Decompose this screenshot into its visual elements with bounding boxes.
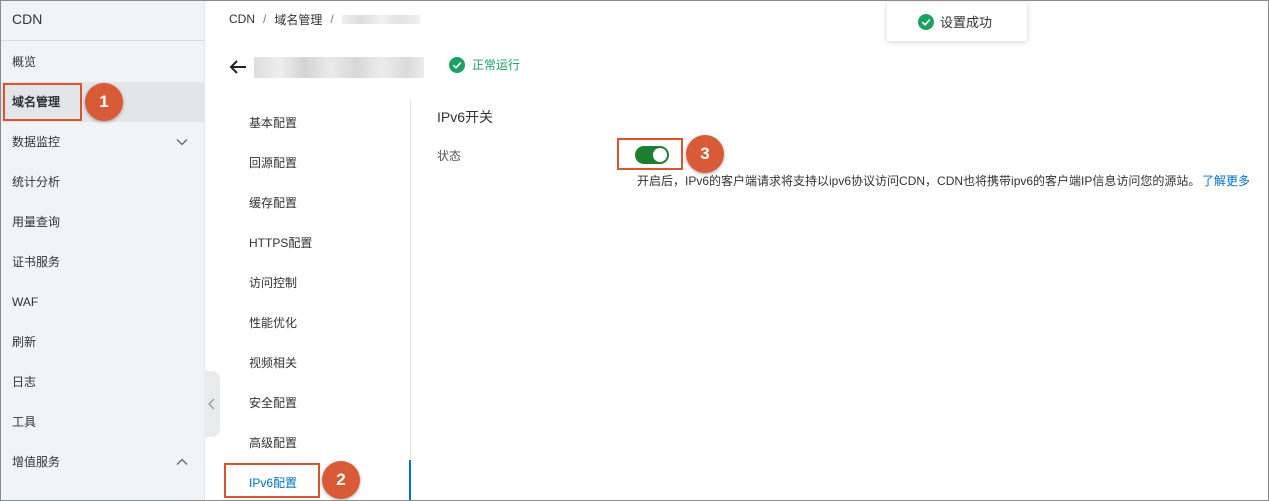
learn-more-link[interactable]: 了解更多 bbox=[1202, 172, 1250, 189]
highlight-box-toggle bbox=[617, 138, 683, 170]
highlight-box-domain-management bbox=[3, 83, 82, 121]
subnav-item-origin[interactable]: 回源配置 bbox=[205, 143, 411, 183]
sidebar-item-value-added[interactable]: 增值服务 bbox=[0, 442, 204, 482]
back-arrow-icon[interactable] bbox=[229, 58, 247, 76]
subnav-item-https[interactable]: HTTPS配置 bbox=[205, 223, 411, 263]
sidebar-item-certificates[interactable]: 证书服务 bbox=[0, 242, 204, 282]
check-circle-icon bbox=[449, 56, 465, 73]
sidebar-item-usage[interactable]: 用量查询 bbox=[0, 202, 204, 242]
subnav-item-security[interactable]: 安全配置 bbox=[205, 383, 411, 423]
subnav-item-cache[interactable]: 缓存配置 bbox=[205, 183, 411, 223]
step-badge-1: 1 bbox=[85, 83, 123, 121]
chevron-down-icon bbox=[176, 139, 188, 146]
sidebar-item-waf[interactable]: WAF bbox=[0, 282, 204, 322]
config-subnav: 基本配置 回源配置 缓存配置 HTTPS配置 访问控制 性能优化 视频相关 安全… bbox=[205, 100, 411, 501]
domain-status: 正常运行 bbox=[449, 56, 520, 73]
subnav-item-advanced[interactable]: 高级配置 bbox=[205, 423, 411, 463]
step-badge-2: 2 bbox=[322, 461, 360, 499]
sidebar-item-label: 增值服务 bbox=[12, 455, 61, 469]
status-text: 正常运行 bbox=[472, 58, 521, 72]
section-title: IPv6开关 bbox=[437, 109, 494, 125]
check-circle-icon bbox=[918, 13, 934, 30]
sidebar-item-refresh[interactable]: 刷新 bbox=[0, 322, 204, 362]
subnav-item-access-control[interactable]: 访问控制 bbox=[205, 263, 411, 303]
sidebar: CDN 概览 域名管理 数据监控 统计分析 用量查询 证书服务 WAF 刷新 日… bbox=[0, 0, 205, 501]
status-label: 状态 bbox=[437, 149, 462, 163]
redacted-domain-crumb bbox=[341, 14, 420, 24]
toast-message: 设置成功 bbox=[940, 15, 993, 30]
subnav-item-video[interactable]: 视频相关 bbox=[205, 343, 411, 383]
redacted-domain-name bbox=[254, 57, 424, 78]
highlight-box-ipv6-config bbox=[224, 463, 320, 498]
sidebar-item-overview[interactable]: 概览 bbox=[0, 42, 204, 82]
sidebar-item-tools[interactable]: 工具 bbox=[0, 402, 204, 442]
ipv6-description: 开启后，IPv6的客户端请求将支持以ipv6协议访问CDN，CDN也将携带ipv… bbox=[637, 174, 1201, 188]
sidebar-item-statistics[interactable]: 统计分析 bbox=[0, 162, 204, 202]
breadcrumb-cdn[interactable]: CDN bbox=[229, 12, 255, 26]
sidebar-title: CDN bbox=[0, 0, 204, 41]
chevron-up-icon bbox=[176, 458, 188, 465]
sidebar-item-logs[interactable]: 日志 bbox=[0, 362, 204, 402]
sidebar-item-data-monitoring[interactable]: 数据监控 bbox=[0, 122, 204, 162]
breadcrumb: CDN / 域名管理 / bbox=[229, 10, 420, 28]
success-toast: 设置成功 bbox=[887, 2, 1027, 41]
sidebar-item-label: 数据监控 bbox=[12, 135, 61, 149]
breadcrumb-separator: / bbox=[263, 12, 267, 26]
breadcrumb-separator: / bbox=[330, 12, 334, 26]
subnav-item-performance[interactable]: 性能优化 bbox=[205, 303, 411, 343]
breadcrumb-domain-management[interactable]: 域名管理 bbox=[274, 11, 322, 28]
subnav-active-indicator bbox=[409, 460, 411, 501]
step-badge-3: 3 bbox=[686, 135, 724, 173]
subnav-item-basic[interactable]: 基本配置 bbox=[205, 103, 411, 143]
